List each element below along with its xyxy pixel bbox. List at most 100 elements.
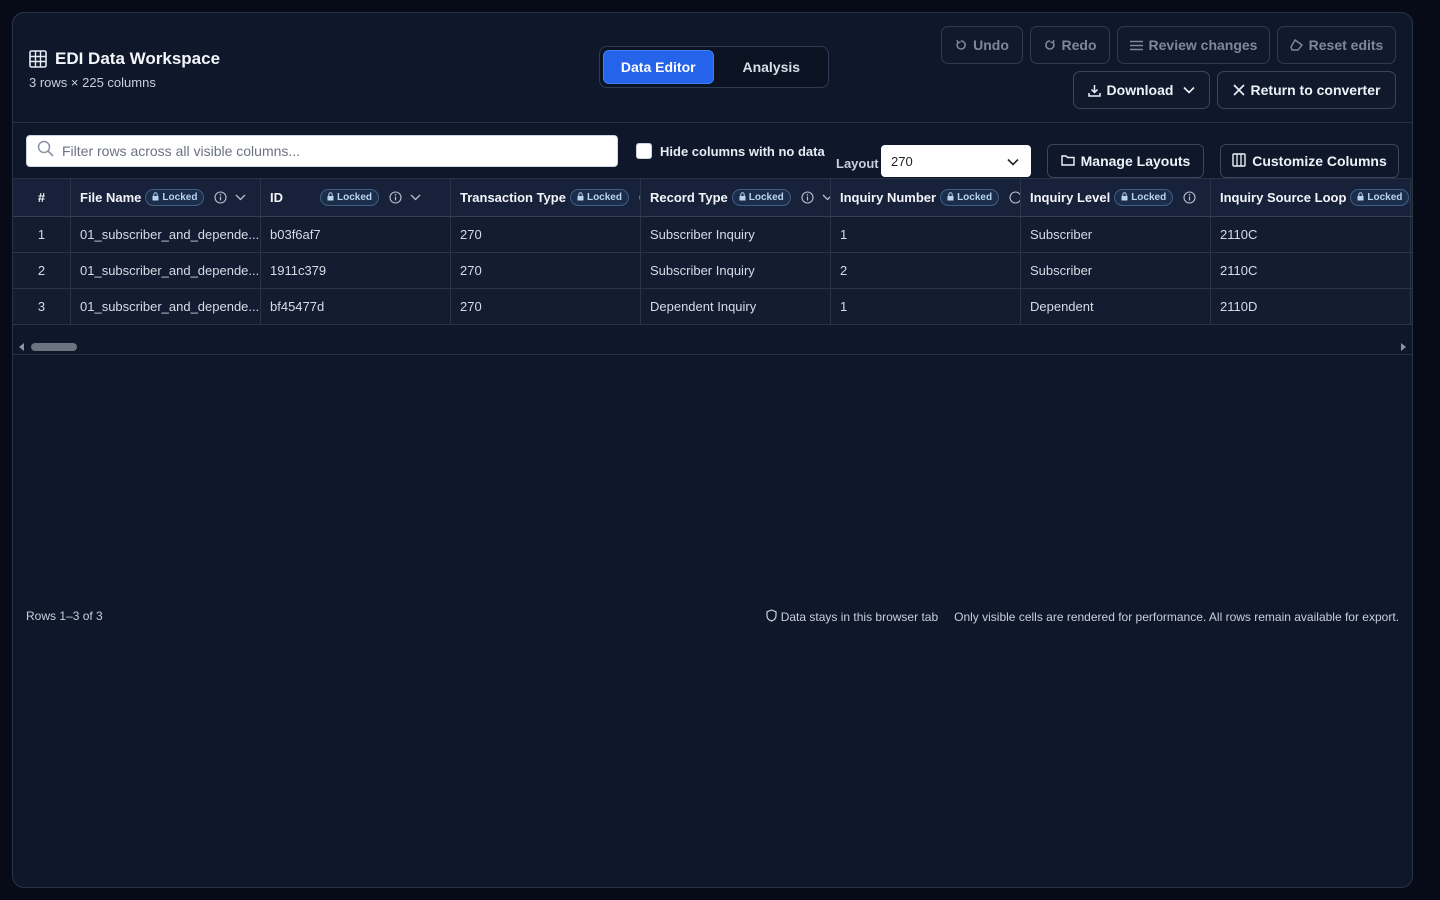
table-cell[interactable]: Subscriber — [1021, 217, 1211, 252]
shield-icon — [766, 609, 777, 625]
download-button[interactable]: Download — [1073, 71, 1210, 109]
lock-icon — [152, 191, 159, 204]
column-header[interactable]: File Name Locked — [71, 179, 261, 216]
page-title-text: EDI Data Workspace — [55, 49, 221, 68]
customize-columns-button[interactable]: Customize Columns — [1220, 144, 1399, 178]
table-cell[interactable]: 01_subscriber_and_depende... — [71, 253, 261, 288]
download-icon — [1087, 84, 1101, 97]
performance-note: Only visible cells are rendered for perf… — [954, 610, 1399, 624]
return-to-converter-button[interactable]: Return to converter — [1217, 71, 1396, 109]
eraser-icon — [1289, 39, 1303, 51]
table-cell[interactable]: 1 — [831, 289, 1021, 324]
info-icon[interactable] — [1183, 191, 1196, 204]
column-name: Transaction Type — [460, 190, 566, 205]
lock-icon — [1121, 191, 1128, 204]
table-cell[interactable]: Dependent — [1021, 289, 1211, 324]
table-cell[interactable]: 270 — [451, 289, 641, 324]
filter-input[interactable] — [62, 143, 602, 159]
locked-label: Locked — [586, 192, 622, 203]
table-cell[interactable]: Subscriber Inquiry — [641, 253, 831, 288]
locked-badge: Locked — [1350, 189, 1410, 206]
row-index: 1 — [13, 217, 71, 252]
table-cell[interactable]: 01_subscriber_and_depende... — [71, 217, 261, 252]
tab-analysis[interactable]: Analysis — [718, 50, 826, 84]
tab-data-editor[interactable]: Data Editor — [603, 50, 714, 84]
undo-button[interactable]: Undo — [941, 26, 1023, 64]
lock-icon — [577, 191, 584, 204]
table-cell[interactable]: 2110D — [1211, 289, 1411, 324]
table-cell[interactable]: bf45477d — [261, 289, 451, 324]
column-name: ID — [270, 190, 283, 205]
column-name: File Name — [80, 190, 142, 205]
table-cell[interactable]: 2110C — [1211, 253, 1411, 288]
hide-empty-checkbox[interactable] — [636, 143, 652, 159]
reset-edits-button[interactable]: Reset edits — [1277, 26, 1396, 64]
table-cell[interactable]: Subscriber Inquiry — [641, 217, 831, 252]
hide-empty-label: Hide columns with no data — [660, 143, 825, 159]
filter-search — [26, 135, 618, 167]
locked-label: Locked — [957, 192, 993, 203]
table-cell[interactable]: 2 — [831, 253, 1021, 288]
locked-badge: Locked — [145, 189, 205, 206]
chevron-down-icon — [1183, 86, 1196, 94]
column-header[interactable]: ID Locked — [261, 179, 451, 216]
scrollbar-thumb[interactable] — [31, 343, 77, 351]
lock-icon — [1357, 191, 1364, 204]
rows-info: Rows 1–3 of 3 — [26, 609, 103, 623]
table-row[interactable]: 3 01_subscriber_and_depende... bf45477d … — [13, 289, 1412, 325]
column-header[interactable]: Record Type Locked — [641, 179, 831, 216]
table-cell[interactable]: 1911c379 — [261, 253, 451, 288]
lock-icon — [327, 191, 334, 204]
horizontal-scrollbar[interactable] — [13, 339, 1412, 355]
table-cell[interactable]: b03f6af7 — [261, 217, 451, 252]
download-label: Download — [1106, 82, 1174, 98]
row-index: 2 — [13, 253, 71, 288]
table-row[interactable]: 1 01_subscriber_and_depende... b03f6af7 … — [13, 217, 1412, 253]
info-icon[interactable] — [214, 191, 227, 204]
redo-button[interactable]: Redo — [1030, 26, 1110, 64]
privacy-note: Data stays in this browser tab — [766, 609, 938, 625]
layout-value: 270 — [891, 153, 913, 169]
column-header[interactable]: Transaction Type Locked — [451, 179, 641, 216]
table-cell[interactable]: 01_subscriber_and_depende... — [71, 289, 261, 324]
row-index: 3 — [13, 289, 71, 324]
scroll-left-arrow[interactable] — [19, 343, 24, 351]
info-icon[interactable] — [801, 191, 814, 204]
table-row[interactable]: 2 01_subscriber_and_depende... 1911c379 … — [13, 253, 1412, 289]
index-header: # — [13, 179, 71, 216]
hide-empty-columns-toggle: Hide columns with no data — [636, 143, 825, 159]
locked-badge: Locked — [569, 189, 629, 206]
lock-icon — [739, 191, 746, 204]
table-cell[interactable]: 270 — [451, 217, 641, 252]
reset-label: Reset edits — [1308, 37, 1384, 53]
customize-columns-label: Customize Columns — [1252, 153, 1387, 169]
title-block: EDI Data Workspace 3 rows × 225 columns — [29, 49, 220, 90]
chevron-down-icon[interactable] — [410, 194, 421, 201]
table-cell[interactable]: 2110C — [1211, 217, 1411, 252]
page-title: EDI Data Workspace — [29, 49, 220, 69]
layout-select[interactable]: 270 — [881, 145, 1031, 177]
manage-layouts-label: Manage Layouts — [1080, 153, 1191, 169]
undo-label: Undo — [973, 37, 1009, 53]
column-header[interactable]: Inquiry Level Locked — [1021, 179, 1211, 216]
page-subtitle: 3 rows × 225 columns — [29, 75, 156, 90]
locked-label: Locked — [1131, 192, 1167, 203]
chevron-down-icon[interactable] — [235, 194, 246, 201]
lock-icon — [947, 191, 954, 204]
chevron-down-icon[interactable] — [822, 194, 830, 201]
column-name: Inquiry Level — [1030, 190, 1111, 205]
table-cell[interactable]: Subscriber — [1021, 253, 1211, 288]
table-cell[interactable]: 1 — [831, 217, 1021, 252]
info-icon[interactable] — [389, 191, 402, 204]
table-cell[interactable]: 270 — [451, 253, 641, 288]
scroll-right-arrow[interactable] — [1401, 343, 1406, 351]
chevron-down-icon — [1007, 154, 1019, 169]
manage-layouts-button[interactable]: Manage Layouts — [1047, 144, 1204, 178]
folder-icon — [1060, 153, 1075, 169]
column-header[interactable]: Inquiry Number Locked — [831, 179, 1021, 216]
column-header[interactable]: Inquiry Source Loop Locked — [1211, 179, 1411, 216]
review-changes-button[interactable]: Review changes — [1117, 26, 1270, 64]
table-cell[interactable]: Dependent Inquiry — [641, 289, 831, 324]
locked-label: Locked — [748, 192, 784, 203]
info-icon[interactable] — [1009, 191, 1020, 204]
